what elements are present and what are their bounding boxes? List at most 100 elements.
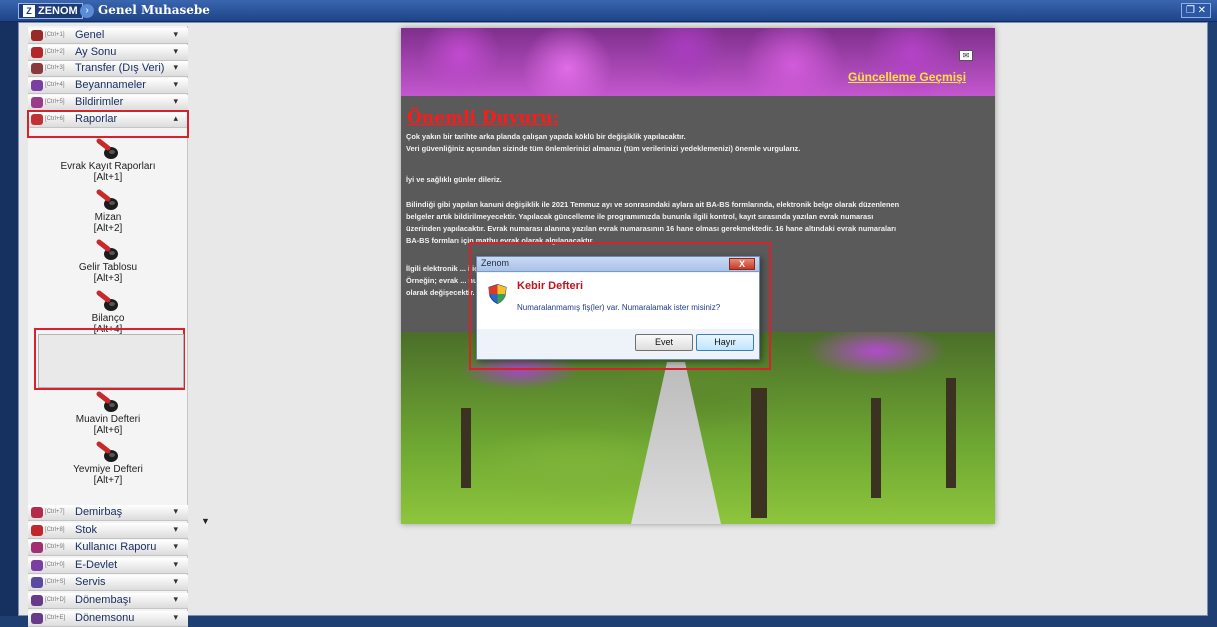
announcement-line: Veri güvenliğiniz açısından sizinde tüm … (406, 144, 801, 153)
sidebar-item-e-devlet[interactable]: [Ctrl+0] E-Devlet ▾ (28, 557, 188, 574)
sidebar-item-dönembaşı[interactable]: [Ctrl+D] Dönembaşı ▾ (28, 593, 188, 609)
zenom-logo: Z ZENOM (18, 3, 83, 19)
chevron-down-icon: ▾ (173, 523, 178, 534)
report-item-hotkey: [Alt+1] (93, 172, 123, 183)
report-item-hotkey: [Alt+2] (93, 222, 123, 234)
chevron-down-icon: ▾ (173, 62, 178, 73)
no-button[interactable]: Hayır (696, 334, 754, 351)
yes-button[interactable]: Evet (635, 334, 693, 351)
gov-icon (31, 559, 43, 571)
dialog-window-title: Zenom (481, 258, 510, 268)
sidebar-item-shortcut: [Ctrl+D] (45, 597, 66, 603)
report-item-3[interactable]: Gelir Tablosu [Alt+3] (28, 239, 188, 287)
dialog-message: Numaralanmamış fiş(ler) var. Numaralamak… (517, 303, 721, 312)
sidebar-item-label: Bildirimler (75, 95, 124, 108)
logo-text: ZENOM (38, 5, 78, 17)
blossom-banner-image (401, 28, 995, 96)
tree-trunk (461, 408, 471, 488)
tree-trunk (751, 388, 767, 518)
report-item-label: Muavin Defteri (75, 413, 141, 425)
sidebar-item-label: Kullanıcı Raporu (75, 541, 157, 554)
sidebar-item-beyannameler[interactable]: [Ctrl+4] Beyannameler ▾ (28, 78, 188, 95)
update-history-link[interactable]: Güncelleme Geçmişi (848, 70, 966, 84)
window-restore-close-buttons[interactable]: ❐ ✕ (1181, 3, 1211, 18)
chevron-down-icon: ▾ (173, 576, 178, 587)
announcement-line: üzerinden yapılacaktır. Evrak numarası a… (406, 224, 897, 233)
report-stamp-icon (96, 189, 118, 210)
sidebar-item-label: Beyannameler (75, 79, 146, 92)
sidebar-item-transfer-dış-veri-[interactable]: [Ctrl+3] Transfer (Dış Veri) ▾ (28, 61, 188, 78)
report-stamp-icon (96, 441, 118, 462)
module-title: Genel Muhasebe (98, 3, 210, 17)
asset-icon (31, 507, 43, 518)
chevron-down-icon: ▾ (173, 29, 178, 39)
report-item-hotkey: [Alt+6] (93, 424, 123, 436)
announcement-line: Çok yakın bir tarihte arka planda çalışa… (406, 132, 686, 141)
sidebar-item-shortcut: [Ctrl+8] (45, 526, 65, 533)
chevron-down-icon: ▾ (173, 541, 178, 552)
stock-icon (31, 524, 43, 536)
sidebar-item-shortcut: [Ctrl+4] (45, 82, 65, 89)
sidebar-item-shortcut: [Ctrl+9] (45, 544, 65, 551)
announcement-line: belgeler artık bildirilmeyecektir. Yapıl… (406, 212, 874, 221)
sidebar-item-kullanıcı-raporu[interactable]: [Ctrl+9] Kullanıcı Raporu ▾ (28, 540, 188, 557)
chevron-down-icon: ▾ (173, 95, 178, 106)
report-item-6[interactable]: Muavin Defteri [Alt+6] (28, 391, 188, 439)
chevron-down-icon: ▾ (173, 611, 178, 622)
bell-icon (31, 96, 43, 108)
sidebar-item-shortcut: [Ctrl+2] (45, 48, 65, 55)
report-stamp-icon (96, 138, 118, 159)
sidebar-item-label: Dönembaşı (75, 594, 132, 606)
sidebar-item-genel[interactable]: [Ctrl+1] Genel ▾ (28, 28, 188, 44)
scroll-down-icon[interactable]: ▼ (201, 516, 210, 526)
period-end-icon (31, 612, 43, 624)
sidebar-item-dönemsonu[interactable]: [Ctrl+E] Dönemsonu ▾ (28, 610, 188, 627)
sidebar-item-shortcut: [Ctrl+0] (45, 561, 65, 568)
sidebar-item-stok[interactable]: [Ctrl+8] Stok ▾ (28, 522, 188, 539)
form-icon (31, 80, 43, 92)
calendar-icon (31, 46, 43, 58)
report-item-label: Evrak Kayıt Raporları (60, 161, 156, 172)
gear-icon (31, 30, 43, 41)
report-item-7[interactable]: Yevmiye Defteri [Alt+7] (28, 441, 188, 489)
report-item-2[interactable]: Mizan [Alt+2] (28, 189, 188, 237)
dialog-close-button[interactable]: X (729, 258, 755, 270)
chevron-down-icon: ▾ (173, 594, 178, 604)
sidebar-item-shortcut: [Ctrl+5] (45, 98, 65, 105)
left-edge-bar (0, 22, 18, 616)
report-item-1[interactable]: Evrak Kayıt Raporları [Alt+1] (28, 138, 188, 186)
confirm-dialog: Zenom X Kebir Defteri Numaralanmamış fiş… (476, 256, 760, 360)
sidebar-item-shortcut: [Ctrl+E] (45, 614, 66, 621)
dialog-title-bar: Zenom X (477, 257, 759, 272)
sidebar-item-label: Dönemsonu (75, 611, 135, 624)
sidebar-item-demirbaş[interactable]: [Ctrl+7] Demirbaş ▾ (28, 505, 188, 521)
sidebar-item-shortcut: [Ctrl+1] (45, 32, 65, 38)
user-report-icon (31, 542, 43, 554)
dialog-heading: Kebir Defteri (517, 280, 584, 292)
app-title-bar: Z ZENOM › Genel Muhasebe ❐ ✕ (0, 0, 1217, 22)
sidebar-item-label: Transfer (Dış Veri) (75, 62, 165, 75)
sidebar-item-shortcut: [Ctrl+7] (45, 509, 65, 515)
mail-icon[interactable]: ✉ (959, 50, 973, 61)
report-item-label: Gelir Tablosu (78, 262, 138, 273)
announcement-line: Bilindiği gibi yapılan kanuni değişiklik… (406, 200, 900, 209)
sidebar-item-label: Ay Sonu (75, 45, 117, 58)
sidebar-item-bildirimler[interactable]: [Ctrl+5] Bildirimler ▾ (28, 94, 188, 111)
service-icon (31, 577, 43, 589)
app-menu-chevron-icon[interactable]: › (80, 4, 94, 18)
report-item-label: Mizan (94, 211, 122, 223)
report-stamp-icon (96, 290, 118, 311)
report-item-label: Bilanço (91, 312, 125, 324)
tree-trunk (871, 398, 881, 498)
selected-item-background (38, 334, 184, 388)
logo-z-icon: Z (23, 5, 35, 17)
sidebar-item-label: Servis (75, 576, 106, 589)
sidebar-item-servis[interactable]: [Ctrl+S] Servis ▾ (28, 575, 188, 592)
sidebar-item-ay-sonu[interactable]: [Ctrl+2] Ay Sonu ▾ (28, 44, 188, 61)
report-item-hotkey: [Alt+7] (93, 475, 123, 486)
chevron-down-icon: ▾ (173, 45, 178, 56)
raporlar-highlight-box (27, 110, 189, 138)
sidebar-item-label: Genel (75, 29, 105, 41)
sidebar-item-shortcut: [Ctrl+S] (45, 579, 66, 586)
tree-trunk (946, 378, 956, 488)
